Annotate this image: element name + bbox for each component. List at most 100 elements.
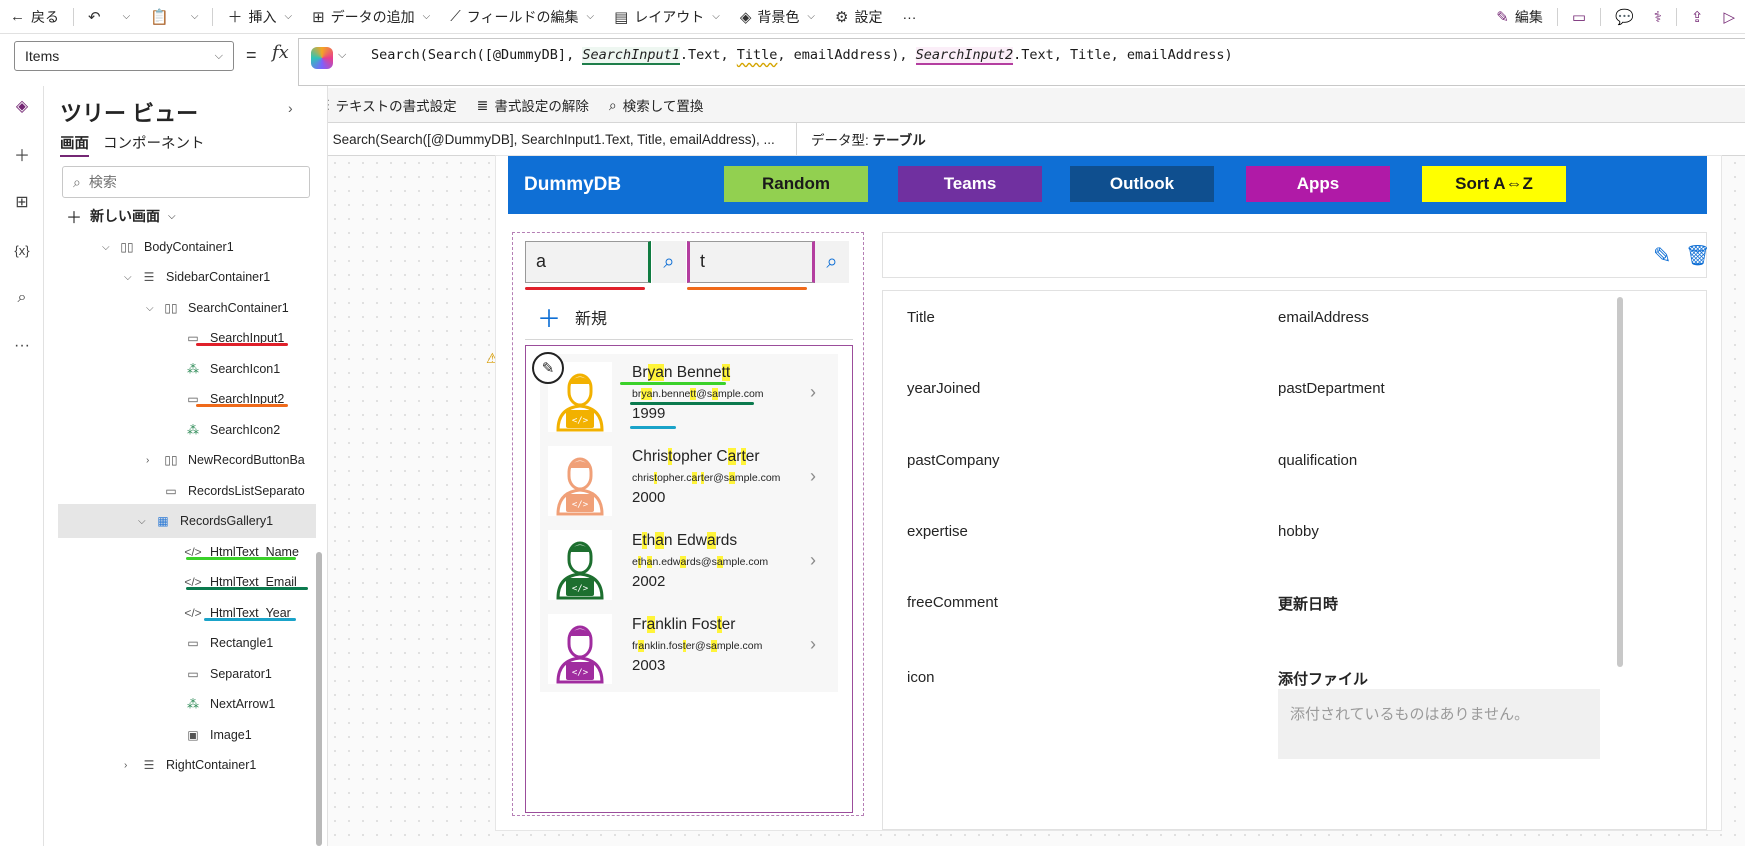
result-expression[interactable]: ⌵ Search(Search([@DummyDB], SearchInput1…	[299, 123, 797, 155]
gallery-row[interactable]: </> Ethan Edwards ethan.edwards@sample.com…	[540, 522, 838, 608]
annotation-underline-green	[186, 557, 296, 560]
formula-input[interactable]: ⌵ Search(Search([@DummyDB], SearchInput1…	[298, 38, 1745, 86]
share-button[interactable]: ⇪	[1681, 0, 1714, 34]
comments-button[interactable]: 💬	[1605, 0, 1644, 34]
variables-icon[interactable]: {x}	[0, 230, 44, 270]
outlook-button[interactable]: Outlook	[1070, 166, 1214, 202]
data-icon[interactable]: ⊞	[0, 182, 44, 222]
records-gallery[interactable]: ✎ </> Bryan Bennett bryan.bennett@sample.c…	[525, 345, 853, 813]
tree-node-rightcontainer1[interactable]: › ☰ RightContainer1	[44, 748, 328, 782]
field-label-hobby: hobby	[1278, 523, 1319, 540]
pencil-icon[interactable]: ✎	[1653, 243, 1671, 269]
tree-node-rectangle1[interactable]: ▭ Rectangle1	[44, 626, 328, 660]
edit-pencil-icon[interactable]: ✎	[532, 352, 564, 384]
search-icon[interactable]: ⌕	[815, 241, 849, 283]
chevron-right-icon[interactable]: ›	[810, 382, 816, 403]
paste-button[interactable]: 📋	[140, 0, 179, 34]
new-screen-button[interactable]: ＋ 新しい画面 ⌵	[66, 204, 176, 228]
tree-node-htmltext-email[interactable]: </> HtmlText_Email	[44, 565, 328, 599]
tree-view-icon[interactable]: ◈	[0, 86, 44, 126]
tree-node-searchinput1[interactable]: ▭ SearchInput1	[44, 321, 328, 355]
add-data-menu[interactable]: ⊞ データの追加 ⌵	[302, 0, 440, 34]
tree-node-newrecordbuttonbar[interactable]: › ▯▯ NewRecordButtonBa	[44, 443, 328, 477]
app-checker-button[interactable]: ⚕	[1644, 0, 1672, 34]
text-segment: er	[745, 448, 760, 465]
search-match-highlight: y	[641, 388, 647, 400]
field-label-email: emailAddress	[1278, 309, 1369, 326]
insert-icon[interactable]: ＋	[0, 134, 44, 174]
annotation-underline-red	[525, 287, 645, 290]
formula-text[interactable]: Search(Search([@DummyDB], SearchInput1.T…	[371, 47, 1233, 65]
find-replace-button[interactable]: ⌕ 検索して置換	[601, 95, 711, 115]
sort-button[interactable]: Sort A⇔Z	[1422, 166, 1566, 202]
tree-node-image1[interactable]: ▣ Image1	[44, 718, 328, 752]
tree-node-htmltext-name[interactable]: </> HtmlText_Name	[44, 535, 328, 569]
undo-button[interactable]: ↶	[78, 0, 111, 34]
text-segment: nklin.fos	[644, 640, 683, 652]
arrow-left-icon: ←	[10, 8, 25, 25]
tree-node-separator1[interactable]: ▭ Separator1	[44, 657, 328, 691]
edit-fields-menu[interactable]: ⟋ フィールドの編集 ⌵	[440, 0, 604, 34]
app-title: DummyDB	[524, 174, 622, 195]
text-segment: mple.com	[718, 388, 764, 400]
search-match-highlight: a	[646, 616, 656, 633]
tree-search-input[interactable]: ⌕ 検索	[62, 166, 310, 198]
chevron-right-icon[interactable]: ›	[810, 634, 816, 655]
clear-format-button[interactable]: ≣ 書式設定の解除	[469, 95, 597, 115]
search-icon[interactable]: ⌕	[652, 241, 686, 283]
notes-button[interactable]: ▭	[1562, 0, 1596, 34]
clear-format-icon: ≣	[476, 96, 489, 113]
insert-menu[interactable]: ＋挿入 ⌵	[217, 0, 302, 34]
tree-node-searchinput2[interactable]: ▭ SearchInput2	[44, 382, 328, 416]
apps-button[interactable]: Apps	[1246, 166, 1390, 202]
tab-screens[interactable]: 画面	[60, 132, 89, 157]
tree-scrollbar[interactable]	[316, 552, 322, 846]
tree-node-sidebarcontainer1[interactable]: ⌵ ☰ SidebarContainer1	[44, 260, 328, 294]
paste-dropdown[interactable]: ⌵	[179, 0, 209, 34]
text-segment: er@s	[685, 640, 711, 652]
tree-node-bodycontainer1[interactable]: ⌵ ▯▯ BodyContainer1	[44, 230, 328, 264]
teams-button[interactable]: Teams	[898, 166, 1042, 202]
settings-button[interactable]: ⚙ 設定	[825, 0, 892, 34]
more-icon[interactable]: ···	[0, 326, 44, 366]
back-button[interactable]: ← 戻る	[0, 0, 69, 34]
search-icon[interactable]: ⌕	[0, 278, 44, 318]
record-email: bryan.bennett@sample.com	[632, 388, 764, 400]
tree-node-recordslistseparator[interactable]: ▭ RecordsListSeparato	[44, 474, 328, 508]
search-input-2[interactable]: t	[687, 241, 815, 283]
chevron-right-icon[interactable]: ›	[810, 466, 816, 487]
gallery-row[interactable]: </> Franklin Foster franklin.foster@sample…	[540, 606, 838, 692]
tree-node-recordsgallery1[interactable]: ⌵ ▦ RecordsGallery1	[58, 504, 316, 538]
tree-node-htmltext-year[interactable]: </> HtmlText_Year	[44, 596, 328, 630]
text-segment: rds@s	[686, 556, 717, 568]
trash-icon[interactable]: 🗑	[1685, 243, 1710, 268]
chevron-right-icon[interactable]: ›	[288, 100, 293, 116]
copilot-icon[interactable]	[311, 47, 333, 69]
tab-components[interactable]: コンポーネント	[103, 132, 205, 157]
tree-node-searchicon1[interactable]: ⁂ SearchIcon1	[44, 352, 328, 386]
format-text-button[interactable]: ☰テキストの書式設定	[309, 95, 465, 115]
text-segment: chris	[632, 472, 655, 484]
tree-node-searchicon2[interactable]: ⁂ SearchIcon2	[44, 413, 328, 447]
edit-button[interactable]: ✎ 編集	[1486, 0, 1553, 34]
chevron-right-icon[interactable]: ›	[810, 550, 816, 571]
detail-scrollbar[interactable]	[1617, 297, 1623, 667]
random-button[interactable]: Random	[724, 166, 868, 202]
record-email: christopher.carter@sample.com	[632, 472, 780, 484]
layout-menu[interactable]: ▤ レイアウト ⌵	[604, 0, 730, 34]
tree-node-nextarrow1[interactable]: ⁂ NextArrow1	[44, 687, 328, 721]
background-menu[interactable]: ◈ 背景色 ⌵	[730, 0, 825, 34]
undo-dropdown[interactable]: ⌵	[111, 0, 141, 34]
search-input-1[interactable]: a	[525, 241, 651, 283]
preview-button[interactable]: ▷	[1713, 0, 1745, 34]
more-button[interactable]: ···	[892, 0, 926, 34]
chevron-down-icon[interactable]: ⌵	[338, 49, 346, 62]
property-selector[interactable]: Items ⌵	[14, 41, 234, 71]
chevron-down-icon: ⌵	[422, 11, 431, 22]
tree-node-searchcontainer1[interactable]: ⌵ ▯▯ SearchContainer1	[44, 291, 328, 325]
gallery-row[interactable]: </> Bryan Bennett bryan.bennett@sample.com…	[540, 354, 838, 440]
gallery-row[interactable]: </> Christopher Carter christopher.carter@…	[540, 438, 838, 524]
chevron-down-icon: ⌵	[712, 11, 720, 22]
attachments-empty[interactable]: 添付されているものはありません。	[1278, 689, 1600, 759]
new-record-button[interactable]: ＋ 新規	[537, 299, 607, 334]
